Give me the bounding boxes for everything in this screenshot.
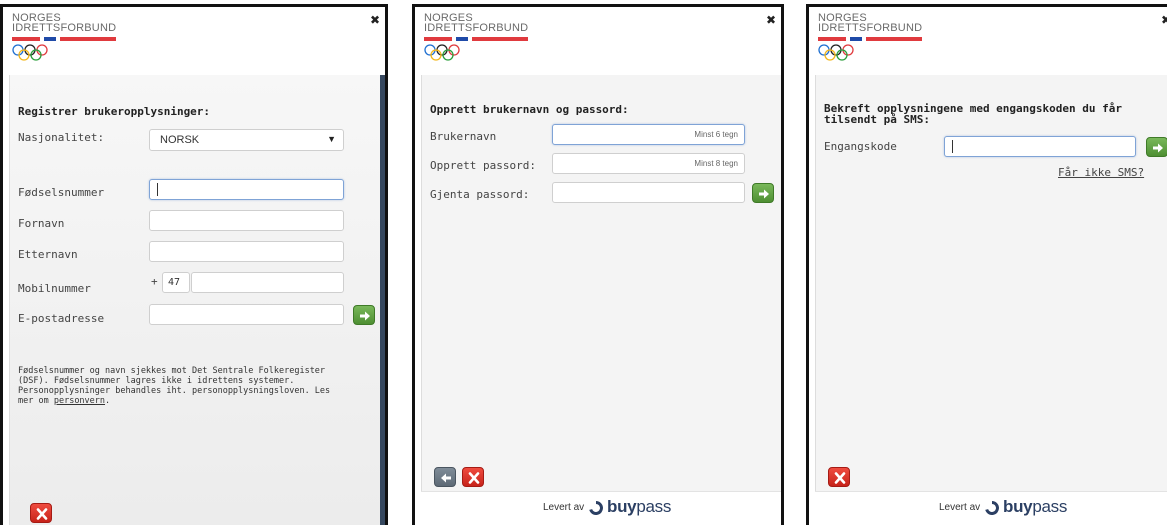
olympic-rings-icon — [424, 44, 460, 61]
mobile-label: Mobilnummer — [18, 282, 91, 295]
buypass-logo-icon — [589, 501, 603, 515]
back-button[interactable] — [434, 467, 456, 487]
password-placeholder: Minst 8 tegn — [694, 159, 738, 168]
buypass-pass: pass — [1032, 497, 1068, 516]
form-title: Bekreft opplysningene med engangskoden d… — [824, 102, 1123, 126]
nationality-label: Nasjonalitet: — [18, 131, 105, 144]
olympic-rings-icon — [818, 44, 854, 61]
repeat-password-input[interactable] — [552, 182, 745, 203]
arrow-right-icon — [360, 311, 370, 321]
close-x-icon — [36, 508, 48, 520]
privacy-link[interactable]: personvern — [54, 396, 105, 406]
nif-logo: NORGES IDRETTSFORBUND — [818, 13, 922, 66]
cancel-button[interactable] — [30, 503, 52, 523]
code-input[interactable] — [944, 136, 1136, 157]
buypass-buy: buy — [1003, 497, 1033, 516]
close-icon[interactable]: ✖ — [1161, 13, 1167, 27]
header: NORGES IDRETTSFORBUND ✖ — [415, 7, 781, 75]
buypass-logo-icon — [985, 501, 999, 515]
nif-logo: NORGES IDRETTSFORBUND — [424, 13, 528, 66]
footer: Levert av buypass — [421, 491, 781, 525]
fnr-input[interactable] — [149, 179, 344, 200]
arrow-right-icon — [1153, 143, 1163, 153]
footer: Levert av buypass — [815, 491, 1167, 525]
buypass-brand: buypass — [607, 497, 671, 517]
no-sms-link[interactable]: Får ikke SMS? — [1058, 166, 1144, 179]
header: NORGES IDRETTSFORBUND ✖ — [3, 7, 385, 75]
delivered-by-text: Levert av — [939, 502, 981, 513]
close-icon[interactable]: ✖ — [766, 13, 776, 27]
form-body: Registrer brukeropplysninger: Nasjonalit… — [9, 75, 380, 525]
next-button[interactable] — [1146, 137, 1167, 157]
code-label: Engangskode — [824, 140, 897, 153]
mobile-prefix: + — [151, 275, 158, 288]
repeat-password-label: Gjenta passord: — [430, 188, 530, 201]
nationality-value: NORSK — [160, 134, 200, 146]
username-input[interactable]: Minst 6 tegn — [552, 124, 745, 145]
header: NORGES IDRETTSFORBUND ✖ — [809, 7, 1167, 75]
next-button[interactable] — [752, 183, 774, 203]
close-x-icon — [834, 472, 846, 484]
cancel-button[interactable] — [462, 467, 484, 487]
buypass-buy: buy — [607, 497, 637, 516]
email-input[interactable] — [149, 304, 344, 325]
country-code-input[interactable]: 47 — [162, 272, 190, 293]
email-label: E-postadresse — [18, 312, 105, 325]
credentials-panel: NORGES IDRETTSFORBUND ✖ Opprett brukerna… — [412, 4, 784, 525]
nationality-select[interactable]: NORSK ▼ — [149, 129, 344, 151]
flag-stripes — [818, 37, 922, 41]
mobile-input[interactable] — [191, 272, 344, 293]
form-title: Opprett brukernavn og passord: — [430, 103, 629, 116]
lastname-input[interactable] — [149, 241, 344, 262]
username-label: Brukernavn — [430, 130, 497, 143]
country-code-value: 47 — [168, 277, 181, 288]
registration-panel: NORGES IDRETTSFORBUND ✖ Registrer bruker… — [0, 4, 388, 525]
arrow-left-icon — [441, 473, 451, 483]
buypass-pass: pass — [636, 497, 672, 516]
logo-line2: IDRETTSFORBUND — [424, 22, 529, 34]
nif-logo: NORGES IDRETTSFORBUND — [12, 13, 116, 66]
form-body: Opprett brukernavn og passord: Brukernav… — [421, 75, 781, 491]
username-placeholder: Minst 6 tegn — [694, 130, 738, 139]
sms-verification-panel: NORGES IDRETTSFORBUND ✖ Bekreft opplysni… — [806, 4, 1167, 525]
logo-line2: IDRETTSFORBUND — [818, 22, 923, 34]
flag-stripes — [12, 37, 116, 41]
firstname-label: Fornavn — [18, 217, 65, 230]
buypass-brand: buypass — [1003, 497, 1067, 517]
password-input[interactable]: Minst 8 tegn — [552, 153, 745, 174]
next-button[interactable] — [353, 305, 375, 325]
delivered-by-text: Levert av — [543, 502, 585, 513]
privacy-note-end: . — [105, 396, 111, 406]
arrow-right-icon — [759, 189, 769, 199]
flag-stripes — [424, 37, 528, 41]
firstname-input[interactable] — [149, 210, 344, 231]
password-label: Opprett passord: — [430, 159, 536, 172]
form-body: Bekreft opplysningene med engangskoden d… — [815, 75, 1167, 491]
scroll-edge — [380, 75, 385, 525]
form-title: Registrer brukeropplysninger: — [18, 105, 211, 118]
lastname-label: Etternavn — [18, 248, 78, 261]
close-x-icon — [468, 472, 480, 484]
close-icon[interactable]: ✖ — [370, 13, 380, 27]
cancel-button[interactable] — [828, 467, 850, 487]
chevron-down-icon: ▼ — [327, 134, 336, 144]
privacy-note: Fødselsnummer og navn sjekkes mot Det Se… — [18, 366, 338, 406]
fnr-label: Fødselsnummer — [18, 186, 105, 199]
olympic-rings-icon — [12, 44, 48, 61]
logo-line2: IDRETTSFORBUND — [12, 22, 117, 34]
